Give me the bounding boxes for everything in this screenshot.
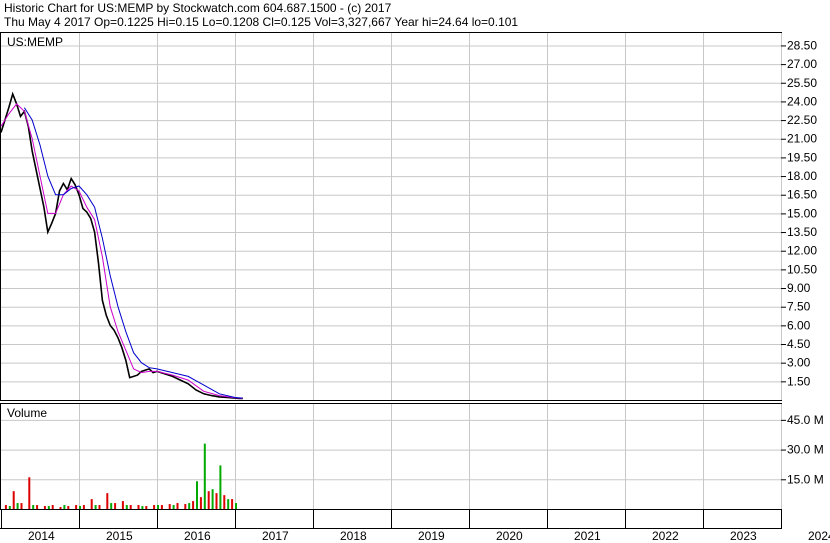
volume-bar — [59, 507, 62, 509]
volume-bar — [125, 505, 128, 509]
moving-average-long-line — [23, 107, 243, 399]
y-tick-label: 1.50 — [787, 374, 811, 388]
volume-bar — [153, 505, 156, 509]
volume-bar — [98, 505, 101, 509]
volume-bar — [157, 505, 159, 509]
volume-bar — [231, 499, 234, 509]
y-tick-label: 16.50 — [787, 188, 817, 202]
volume-bar — [51, 505, 54, 509]
volume-panel-title: Volume — [7, 406, 47, 420]
grid-lines — [1, 33, 786, 528]
x-tick-label: 2018 — [340, 529, 367, 543]
y-tick-label: 13.50 — [787, 225, 817, 239]
volume-bar — [211, 489, 214, 509]
x-tick-label: 2020 — [496, 529, 523, 543]
volume-bar — [82, 505, 85, 509]
price-panel-title: US:MEMP — [7, 35, 63, 49]
volume-bar — [129, 505, 132, 509]
y-tick-label: 24.00 — [787, 94, 817, 108]
volume-bar — [137, 505, 140, 509]
axis-labels: 2014 2015 2016 2017 2018 2019 2020 2021 2022 2023… — [28, 38, 830, 543]
volume-bar — [196, 481, 198, 509]
volume-bar — [207, 491, 210, 509]
volume-bar — [16, 503, 19, 509]
x-tick-label: 2014 — [28, 529, 55, 543]
volume-bar — [184, 504, 187, 509]
volume-bar — [79, 506, 81, 509]
volume-bar — [12, 491, 15, 509]
y-tick-label: 7.50 — [787, 300, 811, 314]
volume-bar — [43, 506, 46, 509]
volume-bar — [67, 506, 70, 509]
y-tick-label: 18.00 — [787, 169, 817, 183]
volume-bar — [32, 505, 35, 509]
volume-bar — [141, 506, 144, 509]
y-tick-label: 27.00 — [787, 57, 817, 71]
volume-bar — [63, 505, 66, 509]
y-tick-label: 25.50 — [787, 76, 817, 90]
volume-tick-label: 45.0 M — [787, 413, 824, 427]
volume-bar — [75, 505, 78, 509]
volume-bar — [4, 505, 7, 509]
x-tick-label: 2024 — [808, 529, 830, 543]
x-tick-label: 2019 — [418, 529, 445, 543]
volume-bar — [219, 465, 222, 509]
volume-bar — [28, 477, 31, 509]
y-tick-label: 21.00 — [787, 132, 817, 146]
y-tick-label: 6.00 — [787, 318, 811, 332]
y-tick-label: 10.50 — [787, 262, 817, 276]
volume-bar — [168, 504, 171, 509]
volume-bar — [192, 501, 195, 509]
x-tick-label: 2016 — [184, 529, 211, 543]
volume-bar — [176, 503, 179, 509]
y-tick-label: 22.50 — [787, 113, 817, 127]
y-tick-label: 4.50 — [787, 337, 811, 351]
x-tick-label: 2023 — [730, 529, 757, 543]
volume-bar — [94, 505, 97, 509]
y-tick-label: 9.00 — [787, 281, 811, 295]
x-tick-label: 2021 — [574, 529, 601, 543]
volume-bar — [47, 506, 50, 509]
volume-bar — [227, 499, 230, 509]
volume-bar — [199, 497, 202, 509]
volume-tick-label: 15.0 M — [787, 472, 824, 486]
volume-bar — [110, 503, 113, 509]
volume-bar — [223, 495, 226, 509]
volume-bar — [114, 503, 117, 509]
x-tick-label: 2022 — [652, 529, 679, 543]
series-marks — [0, 91, 243, 509]
volume-bar — [8, 506, 11, 509]
volume-bar — [36, 505, 39, 509]
y-tick-label: 12.00 — [787, 244, 817, 258]
volume-bar — [172, 505, 175, 509]
volume-bar — [215, 493, 218, 509]
volume-tick-label: 30.0 M — [787, 443, 824, 457]
volume-bar — [90, 499, 93, 509]
volume-bar — [188, 503, 191, 509]
volume-bar — [160, 505, 163, 509]
volume-bar — [235, 503, 237, 509]
volume-bar — [145, 506, 148, 509]
volume-bar — [106, 493, 109, 509]
y-tick-label: 19.50 — [787, 150, 817, 164]
volume-bar — [203, 443, 206, 509]
x-tick-label: 2015 — [106, 529, 133, 543]
volume-bar — [20, 503, 23, 509]
y-tick-label: 28.50 — [787, 38, 817, 52]
historic-chart: 2014 2015 2016 2017 2018 2019 2020 2021 2022 2023… — [0, 32, 830, 543]
volume-bar — [121, 501, 124, 509]
y-tick-label: 3.00 — [787, 356, 811, 370]
y-tick-label: 15.00 — [787, 206, 817, 220]
x-tick-label: 2017 — [262, 529, 289, 543]
